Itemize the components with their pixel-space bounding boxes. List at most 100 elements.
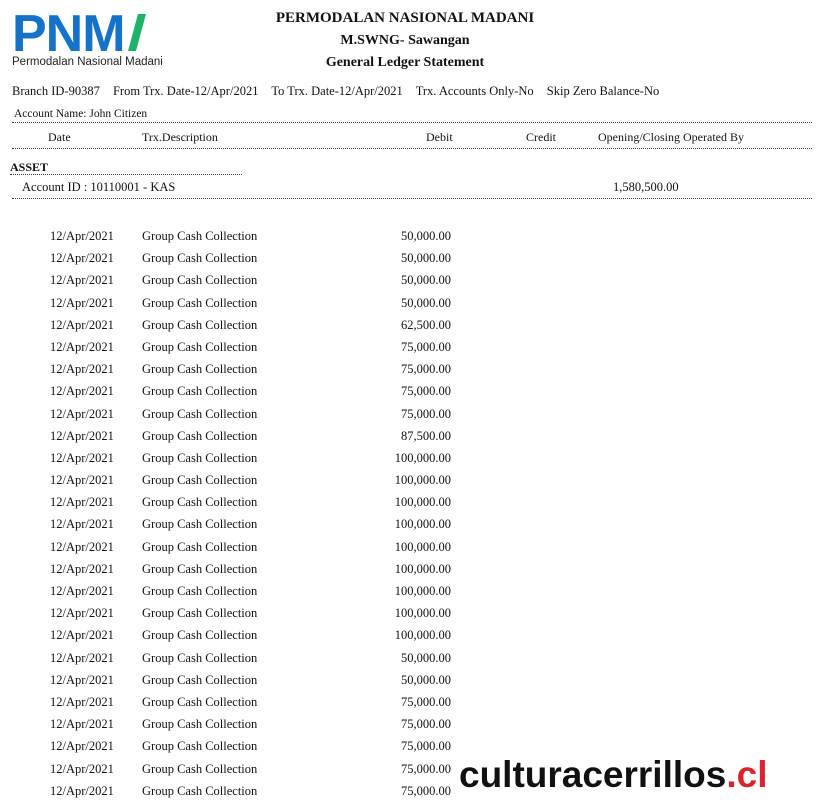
row-debit: 100,000.00: [394, 495, 451, 510]
row-debit: 62,500.00: [401, 317, 451, 332]
table-row: 12/Apr/2021 Group Cash Collection 75,000.0…: [0, 407, 824, 429]
company-name: PERMODALAN NASIONAL MADANI: [275, 10, 535, 26]
row-debit: 50,000.00: [401, 273, 451, 288]
row-debit: 75,000.00: [401, 362, 451, 377]
row-date: 12/Apr/2021: [50, 317, 114, 332]
table-row: 12/Apr/2021 Group Cash Collection 50,000.0…: [0, 673, 824, 695]
table-row: 12/Apr/2021 Group Cash Collection 100,000.…: [0, 562, 824, 584]
row-description: Group Cash Collection: [142, 584, 258, 598]
row-date: 12/Apr/2021: [50, 739, 114, 754]
row-description: Group Cash Collection: [142, 783, 258, 798]
row-date: 12/Apr/2021: [50, 517, 114, 532]
row-date: 12/Apr/2021: [50, 561, 114, 576]
table-row: 12/Apr/2021 Group Cash Collection 100,000.…: [0, 451, 824, 473]
row-date: 12/Apr/2021: [50, 628, 114, 643]
row-date: 12/Apr/2021: [50, 229, 114, 243]
row-debit: 75,000.00: [401, 339, 451, 354]
row-date: 12/Apr/2021: [50, 584, 114, 598]
row-description: Group Cash Collection: [142, 739, 258, 754]
row-debit: 75,000.00: [401, 783, 451, 798]
row-debit: 100,000.00: [394, 584, 451, 598]
table-row: 12/Apr/2021 Group Cash Collection 87,500.0…: [0, 429, 824, 451]
row-date: 12/Apr/2021: [50, 694, 114, 709]
row-debit: 100,000.00: [394, 606, 451, 621]
row-description: Group Cash Collection: [142, 517, 258, 532]
row-description: Group Cash Collection: [142, 606, 258, 621]
pnm-logo: PNM Permodalan Nasional Madani: [12, 10, 163, 70]
row-debit: 100,000.00: [394, 517, 451, 532]
column-header-debit: Debit: [426, 130, 453, 144]
opening-balance: 1,580,500.00: [613, 180, 679, 194]
pnm-logo-mark: PNM: [12, 10, 146, 54]
row-debit: 50,000.00: [401, 251, 451, 266]
section-title: ASSET: [10, 160, 49, 174]
row-description: Group Cash Collection: [142, 384, 258, 399]
row-debit: 75,000.00: [401, 694, 451, 709]
watermark-dot: .: [726, 754, 737, 795]
watermark-name: culturacerrillos: [459, 754, 727, 795]
row-date: 12/Apr/2021: [50, 450, 114, 465]
row-date: 12/Apr/2021: [50, 295, 114, 310]
table-row: 12/Apr/2021 Group Cash Collection 50,000.0…: [0, 651, 824, 673]
row-date: 12/Apr/2021: [50, 273, 114, 288]
row-description: Group Cash Collection: [142, 406, 258, 421]
table-row: 12/Apr/2021 Group Cash Collection 100,000.…: [0, 495, 824, 517]
column-header-credit: Credit: [526, 130, 556, 144]
table-row: 12/Apr/2021 Group Cash Collection 75,000.0…: [0, 384, 824, 406]
divider: [12, 198, 812, 199]
table-row: 12/Apr/2021 Group Cash Collection 100,000.…: [0, 606, 824, 628]
row-debit: 50,000.00: [401, 295, 451, 310]
row-description: Group Cash Collection: [142, 717, 258, 732]
row-date: 12/Apr/2021: [50, 539, 114, 554]
skip-zero-balance: Skip Zero Balance-No: [546, 84, 660, 98]
report-title: General Ledger Statement: [325, 55, 485, 70]
row-date: 12/Apr/2021: [50, 428, 114, 443]
table-row: 12/Apr/2021 Group Cash Collection 100,000.…: [0, 517, 824, 539]
row-date: 12/Apr/2021: [50, 717, 114, 732]
table-row: 12/Apr/2021 Group Cash Collection 75,000.0…: [0, 695, 824, 717]
table-row: 12/Apr/2021 Group Cash Collection 100,000.…: [0, 540, 824, 562]
pnm-logo-accent: [128, 14, 146, 51]
row-description: Group Cash Collection: [142, 761, 258, 776]
table-row: 12/Apr/2021 Group Cash Collection 50,000.0…: [0, 229, 824, 251]
row-debit: 100,000.00: [394, 473, 451, 488]
row-description: Group Cash Collection: [142, 362, 258, 377]
row-date: 12/Apr/2021: [50, 606, 114, 621]
branch-id: Branch ID-90387: [12, 84, 100, 98]
row-date: 12/Apr/2021: [50, 761, 114, 776]
row-debit: 50,000.00: [401, 229, 451, 243]
from-date: From Trx. Date-12/Apr/2021: [112, 84, 259, 98]
row-date: 12/Apr/2021: [50, 406, 114, 421]
row-description: Group Cash Collection: [142, 428, 258, 443]
divider: [12, 122, 812, 123]
trx-accounts-only: Trx. Accounts Only-No: [415, 84, 534, 98]
table-row: 12/Apr/2021 Group Cash Collection 50,000.0…: [0, 296, 824, 318]
row-description: Group Cash Collection: [142, 450, 258, 465]
table-row: 12/Apr/2021 Group Cash Collection 75,000.0…: [0, 340, 824, 362]
row-debit: 75,000.00: [401, 384, 451, 399]
branch-name: M.SWNG- Sawangan: [340, 33, 470, 48]
row-date: 12/Apr/2021: [50, 650, 114, 665]
transaction-list: 12/Apr/2021 Group Cash Collection 50,000.0…: [0, 229, 824, 806]
row-description: Group Cash Collection: [142, 694, 258, 709]
row-description: Group Cash Collection: [142, 628, 258, 643]
row-description: Group Cash Collection: [142, 229, 258, 243]
row-date: 12/Apr/2021: [50, 672, 114, 687]
logo-subtitle: Permodalan Nasional Madani: [12, 56, 163, 68]
watermark: culturacerrillos.cl: [455, 752, 772, 798]
row-description: Group Cash Collection: [142, 251, 258, 266]
column-header-opening-closing: Opening/Closing Operated By: [598, 130, 744, 144]
table-row: 12/Apr/2021 Group Cash Collection 50,000.0…: [0, 273, 824, 295]
row-debit: 50,000.00: [401, 650, 451, 665]
row-description: Group Cash Collection: [142, 273, 258, 288]
row-description: Group Cash Collection: [142, 650, 258, 665]
column-header-description: Trx.Description: [142, 130, 218, 144]
row-description: Group Cash Collection: [142, 317, 258, 332]
row-description: Group Cash Collection: [142, 339, 258, 354]
row-description: Group Cash Collection: [142, 561, 258, 576]
row-description: Group Cash Collection: [142, 495, 258, 510]
row-description: Group Cash Collection: [142, 473, 258, 488]
table-row: 12/Apr/2021 Group Cash Collection 75,000.0…: [0, 717, 824, 739]
section-divider: [10, 174, 242, 175]
row-debit: 100,000.00: [394, 539, 451, 554]
